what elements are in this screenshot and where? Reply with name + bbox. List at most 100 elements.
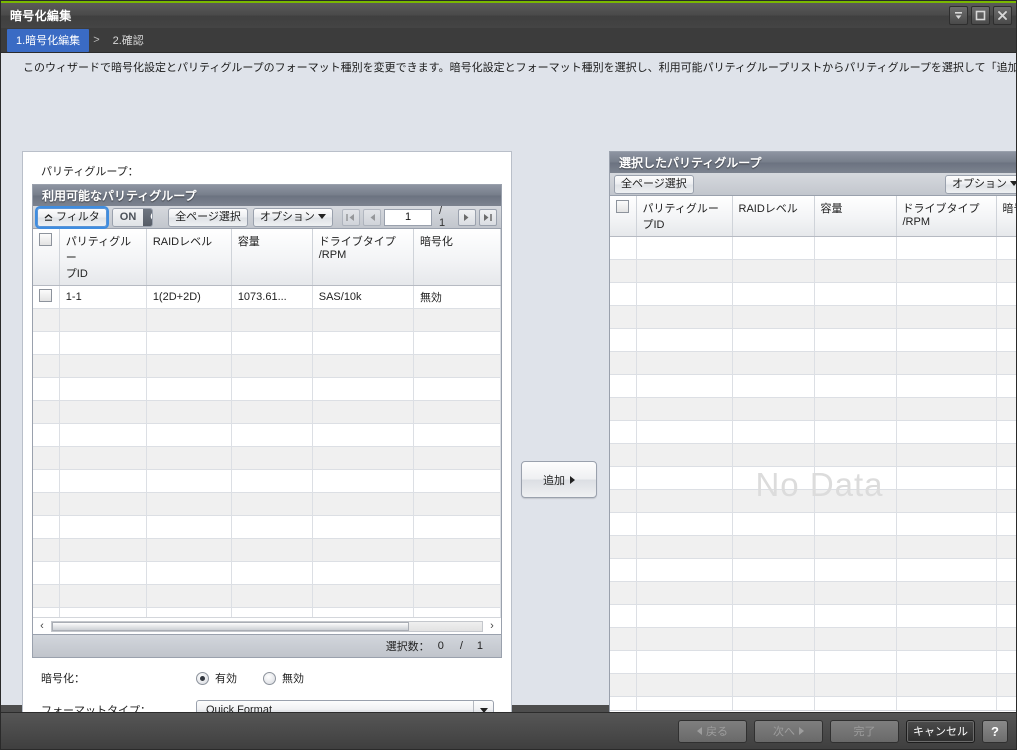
back-button[interactable]: 戻る xyxy=(678,720,747,743)
scroll-thumb[interactable] xyxy=(52,622,409,631)
column-header[interactable]: RAIDレベル xyxy=(732,196,814,237)
select-all-checkbox-header[interactable] xyxy=(610,196,636,237)
table-row-empty xyxy=(33,493,501,516)
table-cell-empty xyxy=(896,628,996,651)
row-checkbox-cell[interactable] xyxy=(33,286,59,309)
table-cell-empty xyxy=(610,444,636,467)
select-all-checkbox[interactable] xyxy=(39,233,52,246)
table-cell-empty xyxy=(636,329,732,352)
collapse-icon[interactable] xyxy=(949,6,968,25)
table-cell-empty xyxy=(610,674,636,697)
step-2-confirm[interactable]: 2.確認 xyxy=(104,29,153,52)
encryption-disabled-label: 無効 xyxy=(282,670,304,686)
table-cell-empty xyxy=(231,447,312,470)
cancel-button[interactable]: キャンセル xyxy=(906,720,975,743)
table-cell-empty xyxy=(996,559,1017,582)
column-header[interactable]: パリティグループID xyxy=(59,229,146,286)
column-header[interactable]: 容量 xyxy=(814,196,896,237)
last-page-button[interactable] xyxy=(479,209,497,226)
page-number-input[interactable]: 1 xyxy=(384,209,432,226)
table-cell-empty xyxy=(814,467,896,490)
select-all-checkbox-header[interactable] xyxy=(33,229,59,286)
table-cell-empty xyxy=(636,283,732,306)
table-cell-empty xyxy=(636,559,732,582)
table-cell-empty xyxy=(231,539,312,562)
encryption-option-disabled[interactable]: 無効 xyxy=(263,670,304,686)
step-1-encryption-edit[interactable]: 1.暗号化編集 xyxy=(7,29,89,52)
radio-disabled-icon[interactable] xyxy=(263,672,276,685)
table-row-empty xyxy=(33,516,501,539)
maximize-icon[interactable] xyxy=(971,6,990,25)
table-cell-empty xyxy=(814,628,896,651)
table-cell-empty xyxy=(814,421,896,444)
table-cell-empty xyxy=(33,424,59,447)
table-row-empty xyxy=(610,605,1017,628)
radio-enabled-icon[interactable] xyxy=(196,672,209,685)
table-cell-empty xyxy=(996,421,1017,444)
scroll-left-arrow-icon[interactable]: ‹ xyxy=(35,620,49,632)
column-header[interactable]: ドライブタイプ/RPM xyxy=(312,229,413,286)
column-header[interactable]: 容量 xyxy=(231,229,312,286)
scroll-right-arrow-icon[interactable]: › xyxy=(485,620,499,632)
table-cell-empty xyxy=(33,401,59,424)
available-table-header: 利用可能なパリティグループ xyxy=(33,185,501,206)
row-checkbox[interactable] xyxy=(39,289,52,302)
filter-toggle-on[interactable]: ON xyxy=(113,209,144,226)
encryption-option-enabled[interactable]: 有効 xyxy=(196,670,237,686)
table-cell-empty xyxy=(146,355,231,378)
table-row-empty xyxy=(610,697,1017,711)
table-cell-empty xyxy=(231,493,312,516)
column-header[interactable]: パリティグループID xyxy=(636,196,732,237)
table-cell-empty xyxy=(146,332,231,355)
table-cell-empty xyxy=(59,332,146,355)
available-table-footer: 選択数： 0 / 1 xyxy=(33,634,501,657)
select-all-checkbox[interactable] xyxy=(616,200,629,213)
column-header[interactable]: 暗号 xyxy=(996,196,1017,237)
filter-toggle-off[interactable]: OFF xyxy=(143,209,153,226)
selected-table-scroll[interactable]: パリティグループIDRAIDレベル容量ドライブタイプ/RPM暗号 No Data xyxy=(610,196,1017,710)
add-button[interactable]: 追加 xyxy=(521,461,597,498)
chevron-down-icon xyxy=(318,214,326,219)
select-all-pages-button[interactable]: 全ページ選択 xyxy=(168,208,248,227)
table-cell-empty xyxy=(610,329,636,352)
filter-button[interactable]: フィルタ xyxy=(37,208,107,227)
selected-select-all-pages-button[interactable]: 全ページ選択 xyxy=(614,175,694,194)
available-horizontal-scrollbar[interactable]: ‹ › xyxy=(33,617,501,634)
table-row-empty xyxy=(610,628,1017,651)
table-cell-empty xyxy=(231,424,312,447)
options-button[interactable]: オプション xyxy=(253,208,333,227)
help-button[interactable]: ? xyxy=(982,720,1008,743)
first-page-button[interactable] xyxy=(342,209,360,226)
available-selected-count: 0 xyxy=(430,640,452,652)
table-row-empty xyxy=(33,378,501,401)
table-cell-empty xyxy=(996,605,1017,628)
table-cell-empty xyxy=(146,401,231,424)
table-row[interactable]: 1-11(2D+2D)1073.61...SAS/10k無効 xyxy=(33,286,501,309)
column-header[interactable]: 暗号化 xyxy=(413,229,500,286)
table-cell-empty xyxy=(59,309,146,332)
window-title: 暗号化編集 xyxy=(10,7,72,24)
available-table-scroll[interactable]: パリティグループIDRAIDレベル容量ドライブタイプ/RPM暗号化 1-11(2… xyxy=(33,229,501,617)
table-cell: 無効 xyxy=(413,286,500,309)
table-cell-empty xyxy=(996,651,1017,674)
filter-toggle-group[interactable]: ON OFF xyxy=(112,208,153,227)
breadcrumb-separator: > xyxy=(89,34,103,46)
column-header[interactable]: RAIDレベル xyxy=(146,229,231,286)
table-cell-empty xyxy=(996,260,1017,283)
table-cell-empty xyxy=(610,283,636,306)
column-header[interactable]: ドライブタイプ/RPM xyxy=(896,196,996,237)
next-button[interactable]: 次へ xyxy=(754,720,823,743)
table-cell-empty xyxy=(896,375,996,398)
table-row-empty xyxy=(33,608,501,618)
table-row-empty xyxy=(610,651,1017,674)
previous-page-button[interactable] xyxy=(363,209,381,226)
table-cell-empty xyxy=(636,582,732,605)
action-bar: 戻る 次へ 完了 キャンセル ? xyxy=(1,712,1016,749)
table-cell-empty xyxy=(33,309,59,332)
finish-button[interactable]: 完了 xyxy=(830,720,899,743)
arrow-right-icon xyxy=(570,476,575,484)
scroll-track[interactable] xyxy=(51,621,483,632)
next-page-button[interactable] xyxy=(458,209,476,226)
close-icon[interactable] xyxy=(993,6,1012,25)
selected-options-button[interactable]: オプション xyxy=(945,175,1017,194)
